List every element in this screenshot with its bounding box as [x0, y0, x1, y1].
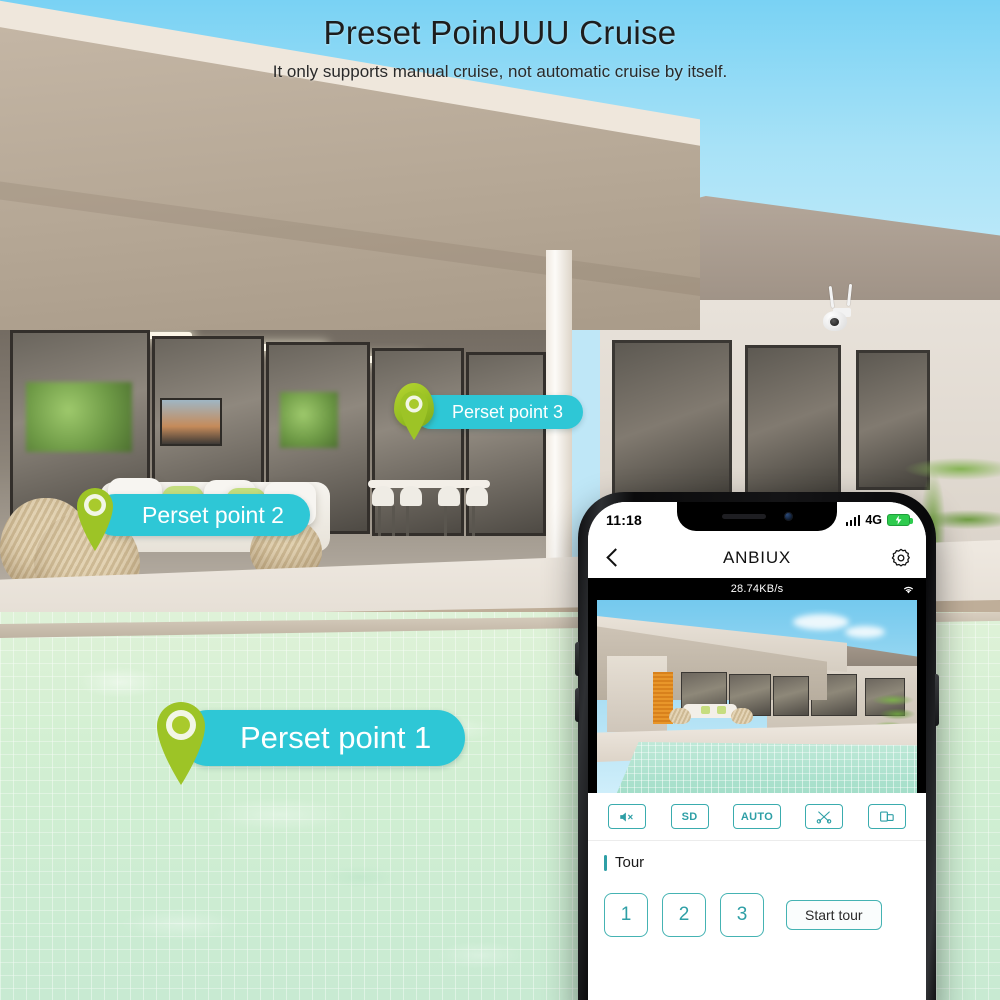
stool-leg [472, 506, 475, 536]
status-indicators: 4G [845, 513, 913, 527]
back-chevron-icon[interactable] [602, 548, 622, 568]
wall-art [160, 398, 222, 446]
video-section: 28.74KB/s [588, 578, 926, 793]
stool-leg [406, 506, 409, 536]
bitrate-label: 28.74KB/s [730, 583, 784, 595]
preset-point-3-marker[interactable]: Perset point 3 [394, 383, 584, 441]
auto-mode-button[interactable]: AUTO [732, 804, 782, 829]
video-status-bar: 28.74KB/s [588, 578, 926, 600]
tour-controls: 1 2 3 Start tour [604, 871, 910, 947]
app-screen: 11:18 4G ANBIUX 28.74KB/s SD AUTO Tour 1… [588, 502, 926, 1000]
volume-up-button[interactable] [575, 642, 579, 676]
phone-notch [677, 502, 837, 531]
right-house-window [745, 345, 841, 495]
mute-button[interactable] [608, 804, 647, 829]
tour-preset-2-button[interactable]: 2 [662, 893, 706, 937]
quality-sd-button[interactable]: SD [670, 804, 709, 829]
preset-point-2-label: Perset point 2 [94, 494, 310, 536]
preset-point-2-marker[interactable]: Perset point 2 [70, 478, 310, 552]
tour-label: Tour [615, 854, 645, 871]
earpiece-speaker-icon [721, 514, 766, 519]
preset-point-1-marker[interactable]: Perset point 1 [148, 690, 466, 786]
status-bar: 11:18 4G [588, 502, 926, 538]
video-toolbar: SD AUTO [588, 793, 926, 841]
bar-stool [438, 486, 460, 506]
sliding-glass-panel [466, 352, 546, 536]
stool-leg [444, 506, 447, 536]
bar-stool [400, 486, 422, 506]
page-title: Preset PoinUUU Cruise [323, 14, 677, 51]
app-title: ANBIUX [722, 548, 792, 567]
screenshot-button[interactable] [867, 804, 906, 829]
stool-leg [392, 506, 395, 536]
live-video-preview[interactable] [597, 600, 917, 793]
section-accent-bar [604, 854, 607, 871]
start-tour-button[interactable]: Start tour [786, 900, 882, 930]
video-pool [613, 742, 917, 793]
signal-bars-icon [845, 514, 861, 526]
window-greenery [280, 392, 338, 448]
bar-stool [466, 486, 488, 506]
video-rattan-chair [669, 708, 691, 724]
tour-preset-3-button[interactable]: 3 [720, 893, 764, 937]
video-green-cushion [717, 706, 726, 714]
sliding-glass-panel [372, 348, 464, 536]
bar-stool [372, 486, 394, 506]
right-house-window [612, 340, 732, 500]
battery-charging-icon [887, 514, 913, 526]
map-pin-icon [394, 383, 434, 441]
phone-screen-bezel: 11:18 4G ANBIUX 28.74KB/s SD AUTO Tour 1… [588, 502, 926, 1000]
preset-point-3-label: Perset point 3 [414, 395, 584, 429]
status-time: 11:18 [606, 512, 643, 528]
tour-section: Tour 1 2 3 Start tour [588, 841, 926, 947]
tour-section-header: Tour [604, 854, 910, 871]
page-subtitle: It only supports manual cruise, not auto… [272, 62, 728, 81]
header-block: Preset PoinUUU Cruise It only supports m… [0, 14, 1000, 82]
network-label: 4G [865, 513, 882, 527]
map-pin-icon [70, 478, 120, 552]
phone-mockup: 11:18 4G ANBIUX 28.74KB/s SD AUTO Tour 1… [575, 492, 939, 1000]
wifi-icon [901, 582, 916, 594]
tour-preset-1-button[interactable]: 1 [604, 893, 648, 937]
video-pool-texture [613, 742, 917, 793]
gear-icon[interactable] [890, 547, 912, 569]
map-pin-icon [148, 690, 214, 786]
video-glass-panel [773, 676, 809, 716]
wall-security-camera-icon [818, 283, 864, 332]
volume-down-button[interactable] [575, 688, 579, 722]
video-cloud [845, 626, 885, 638]
video-green-cushion [701, 706, 710, 714]
power-button[interactable] [935, 674, 939, 726]
app-bar: ANBIUX [588, 538, 926, 578]
front-camera-icon [783, 512, 793, 521]
window-greenery [26, 382, 132, 452]
stool-leg [378, 506, 381, 536]
video-rattan-chair [731, 708, 753, 724]
video-cloud [793, 614, 849, 630]
video-sofa [683, 704, 737, 718]
scissors-clip-button[interactable] [805, 804, 844, 829]
preset-point-1-label: Perset point 1 [180, 710, 466, 766]
